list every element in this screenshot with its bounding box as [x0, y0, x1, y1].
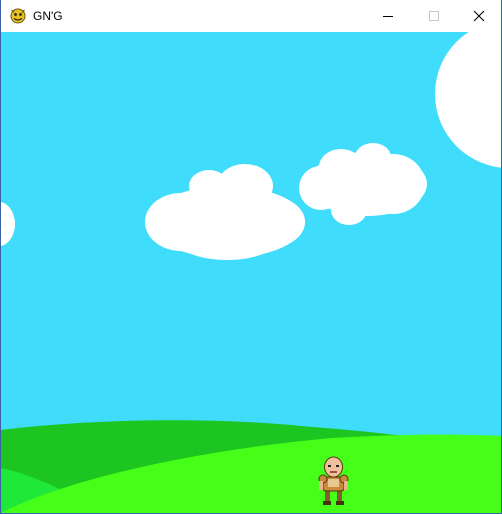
- maximize-button[interactable]: [411, 0, 457, 32]
- game-window: GN'G: [0, 0, 502, 514]
- minimize-icon: [383, 16, 393, 17]
- game-canvas[interactable]: [1, 32, 501, 513]
- pygame-snake-icon: [10, 8, 26, 24]
- close-button[interactable]: [456, 0, 501, 32]
- maximize-icon: [429, 11, 439, 21]
- minimize-button[interactable]: [365, 0, 411, 32]
- close-icon: [473, 10, 485, 22]
- title-bar[interactable]: GN'G: [1, 0, 501, 32]
- window-title: GN'G: [33, 9, 63, 23]
